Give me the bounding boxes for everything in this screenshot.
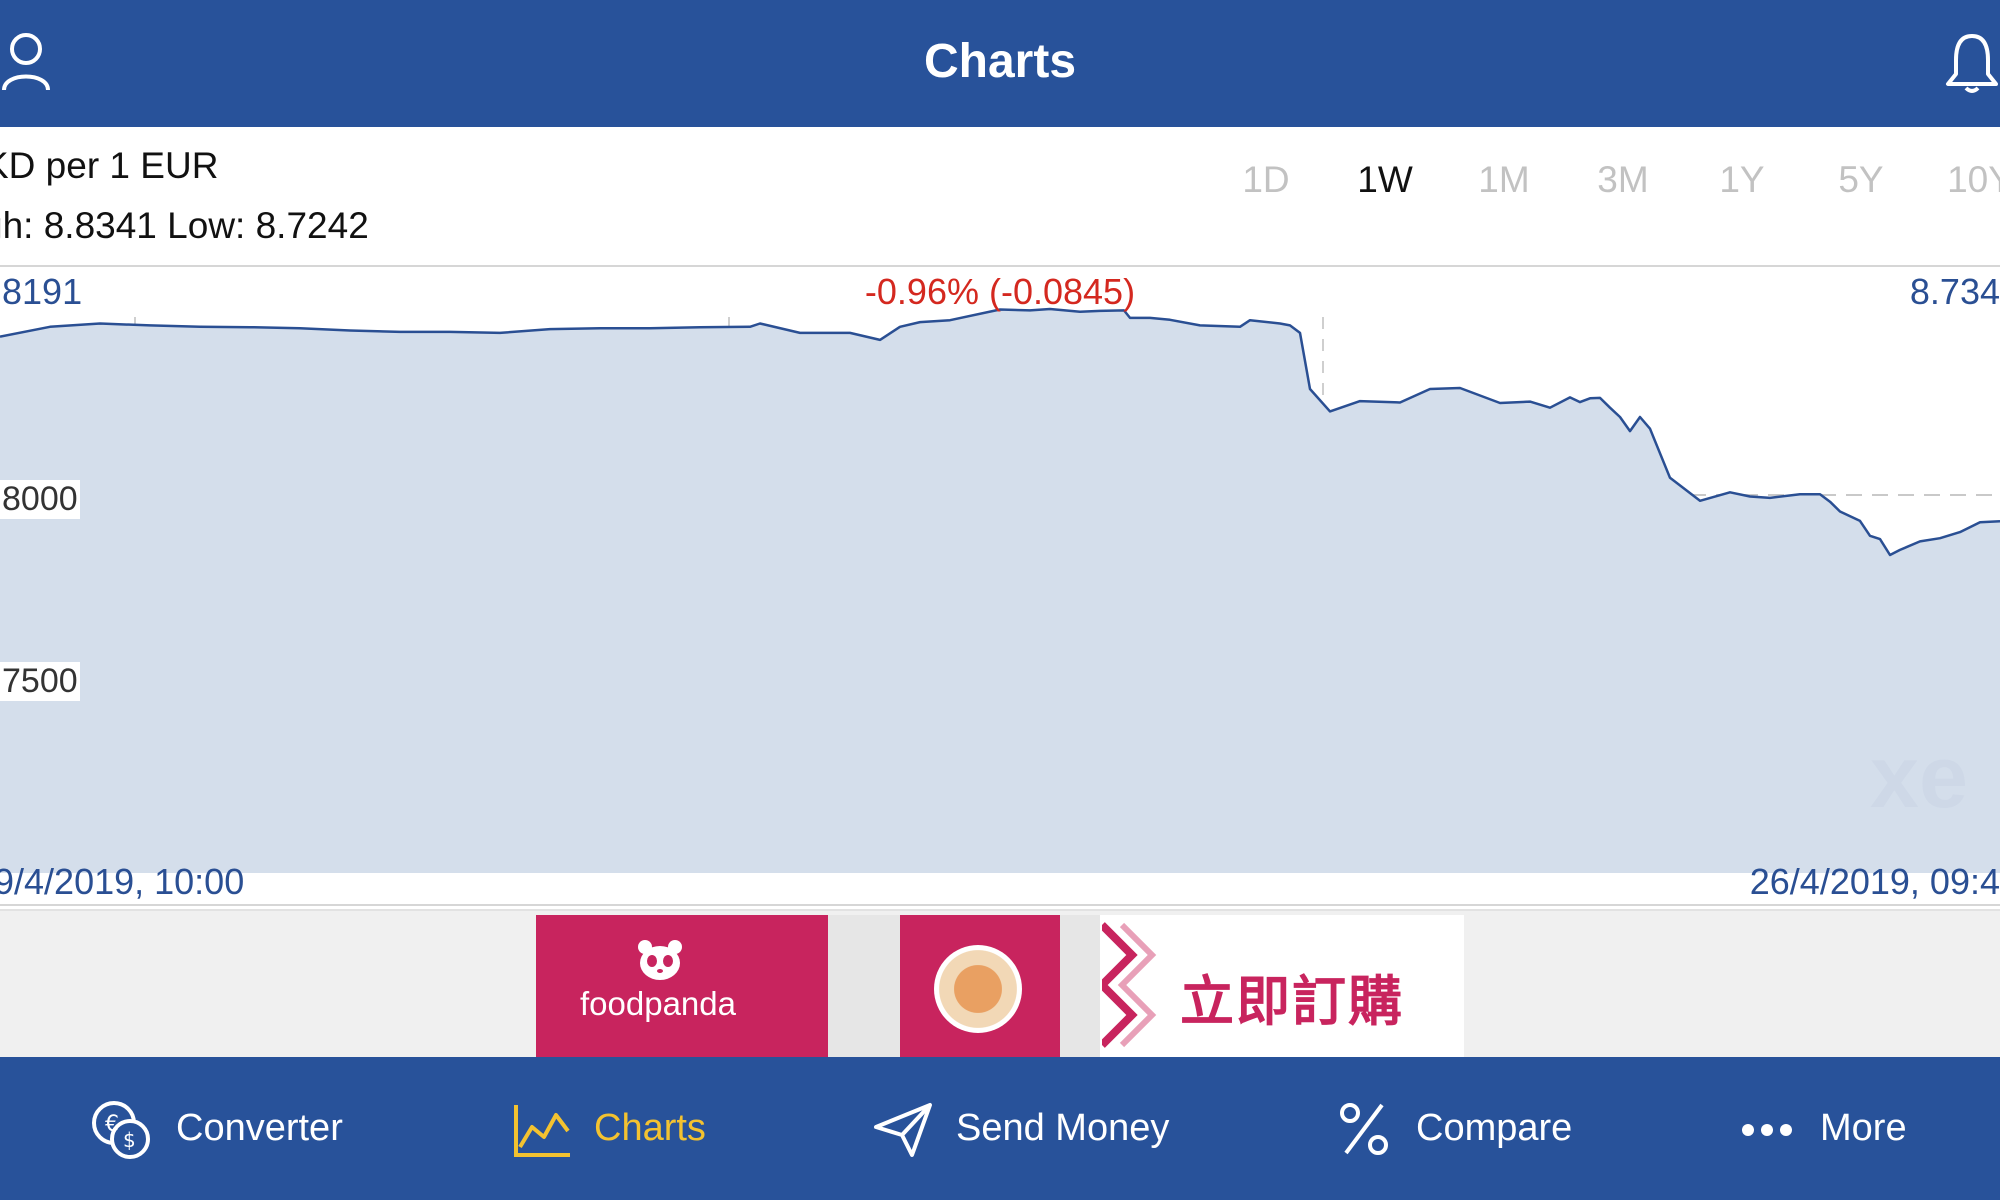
tab-converter[interactable]: € $ Converter	[90, 1057, 360, 1200]
tab-label: Send Money	[956, 1107, 1170, 1149]
ad-strip: foodpanda 立即訂購	[0, 909, 2000, 1059]
tab-label: More	[1820, 1107, 1907, 1149]
range-3m[interactable]: 3M	[1563, 159, 1683, 201]
tab-more[interactable]: More	[1742, 1057, 1972, 1200]
high-low-label: gh: 8.8341 Low: 8.7242	[0, 205, 369, 246]
ad-brand: foodpanda	[580, 985, 736, 1022]
ad-banner[interactable]: foodpanda 立即訂購	[536, 915, 1464, 1059]
currency-exchange-icon: € $	[92, 1101, 150, 1159]
range-selector: 1D 1W 1M 3M 1Y 5Y 10Y	[1210, 159, 2000, 209]
page-title: Charts	[923, 35, 1077, 88]
x-start-label: 9/4/2019, 10:00	[0, 861, 245, 902]
range-1w[interactable]: 1W	[1325, 159, 1445, 201]
range-5y[interactable]: 5Y	[1801, 159, 1921, 201]
area-fill	[0, 309, 2000, 873]
chart-canvas: xe	[0, 307, 2000, 906]
line-chart-icon	[514, 1105, 570, 1157]
tab-label: Compare	[1416, 1107, 1573, 1149]
tab-send-money[interactable]: Send Money	[872, 1057, 1202, 1200]
end-rate: 8.734	[1909, 271, 2000, 312]
bottom-tab-bar: € $ Converter Charts Send Money Compare …	[0, 1057, 2000, 1200]
tab-compare[interactable]: Compare	[1338, 1057, 1598, 1200]
ad-food-image	[934, 945, 1022, 1033]
ad-cta: 立即訂購	[1180, 972, 1404, 1032]
rate-chart[interactable]: xe 8191 -0.96% (-0.0845) 8.734 8000 7500…	[0, 267, 2000, 907]
currency-pair-label: KD per 1 EUR	[0, 145, 219, 186]
tab-charts[interactable]: Charts	[512, 1057, 742, 1200]
x-end-label: 26/4/2019, 09:4	[1749, 861, 2000, 902]
ad-image	[1060, 915, 1100, 1059]
change-label: -0.96% (-0.0845)	[864, 271, 1136, 312]
notification-bell-icon[interactable]	[1944, 30, 2000, 99]
top-app-bar: Charts	[0, 0, 2000, 127]
paper-plane-icon	[874, 1103, 932, 1157]
rate-summary: KD per 1 EUR gh: 8.8341 Low: 8.7242 1D 1…	[0, 127, 2000, 267]
percent-icon	[1340, 1103, 1388, 1155]
y-tick-label: 8000	[0, 480, 80, 519]
range-10y[interactable]: 10Y	[1920, 159, 2000, 201]
range-1d[interactable]: 1D	[1206, 159, 1326, 201]
tab-label: Charts	[594, 1107, 706, 1149]
tab-label: Converter	[176, 1107, 343, 1149]
y-tick-label: 7500	[0, 662, 80, 701]
xe-watermark: xe	[1870, 727, 1968, 826]
panda-logo-icon	[638, 940, 682, 980]
svg-text:€: €	[105, 1112, 119, 1137]
svg-text:$: $	[123, 1128, 136, 1152]
more-dots-icon	[1742, 1124, 1792, 1136]
ad-zigzag-decoration	[1102, 922, 1157, 1048]
ad-image	[828, 915, 900, 1059]
range-1m[interactable]: 1M	[1444, 159, 1564, 201]
range-1y[interactable]: 1Y	[1682, 159, 1802, 201]
